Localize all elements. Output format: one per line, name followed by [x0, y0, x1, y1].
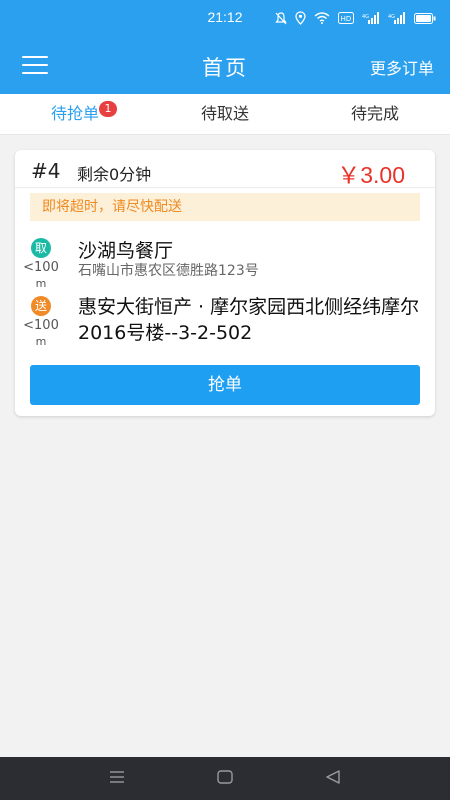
tab-label: 待完成 [350, 104, 399, 123]
tab-pending-complete[interactable]: 待完成 [300, 94, 450, 134]
order-tabs: 待抢单 1 待取送 待完成 [0, 94, 450, 135]
timeout-warning: 即将超时，请尽快配送 [30, 193, 420, 221]
svg-text:4G: 4G [362, 14, 369, 20]
pickup-distance-unit: m [35, 277, 47, 290]
battery-icon [414, 12, 436, 24]
signal-icon: 4G [388, 12, 405, 24]
dropoff-distance: <100 [23, 318, 59, 333]
svg-text:HD: HD [341, 15, 352, 23]
location-icon [295, 11, 306, 25]
more-orders-button[interactable]: 更多订单 [370, 55, 434, 79]
home-icon[interactable] [216, 769, 234, 785]
back-icon[interactable] [324, 769, 342, 785]
grab-order-button[interactable]: 抢单 [30, 365, 420, 405]
order-price: ￥3.00 [337, 162, 405, 188]
remaining-time: 剩余0分钟 [77, 165, 152, 184]
status-icons: HD 4G 4G [275, 11, 436, 25]
status-bar: 21:12 HD 4G 4G [0, 0, 450, 38]
card-divider [15, 187, 435, 188]
hd-icon: HD [338, 12, 354, 24]
dropoff-address: 惠安大街恒产 · 摩尔家园西北侧经纬摩尔2016号楼--3-2-502 [78, 296, 420, 344]
tab-label: 待抢单 [50, 104, 99, 123]
tab-label: 待取送 [200, 104, 249, 123]
tab-pending-grab[interactable]: 待抢单 1 [0, 94, 150, 134]
pickup-distance: <100 [23, 260, 59, 275]
order-card[interactable]: #4 剩余0分钟 ￥3.00 即将超时，请尽快配送 取 <100 m 沙湖鸟餐厅… [15, 150, 435, 416]
wifi-icon [314, 12, 330, 24]
system-nav-bar [0, 757, 450, 800]
app-bar: 首页 更多订单 [0, 38, 450, 94]
recent-apps-icon[interactable] [108, 769, 126, 785]
tab-badge: 1 [99, 101, 117, 117]
order-number: #4 [31, 159, 61, 183]
pickup-address: 石嘴山市惠农区德胜路123号 [78, 263, 259, 279]
tab-pending-delivery[interactable]: 待取送 [150, 94, 300, 134]
dropoff-distance-unit: m [35, 335, 47, 348]
svg-text:4G: 4G [388, 14, 395, 20]
pickup-tag: 取 [31, 238, 51, 258]
dropoff-tag: 送 [31, 296, 51, 316]
signal-icon: 4G [362, 12, 379, 24]
pickup-name: 沙湖鸟餐厅 [78, 240, 174, 262]
bell-off-icon [275, 11, 287, 24]
